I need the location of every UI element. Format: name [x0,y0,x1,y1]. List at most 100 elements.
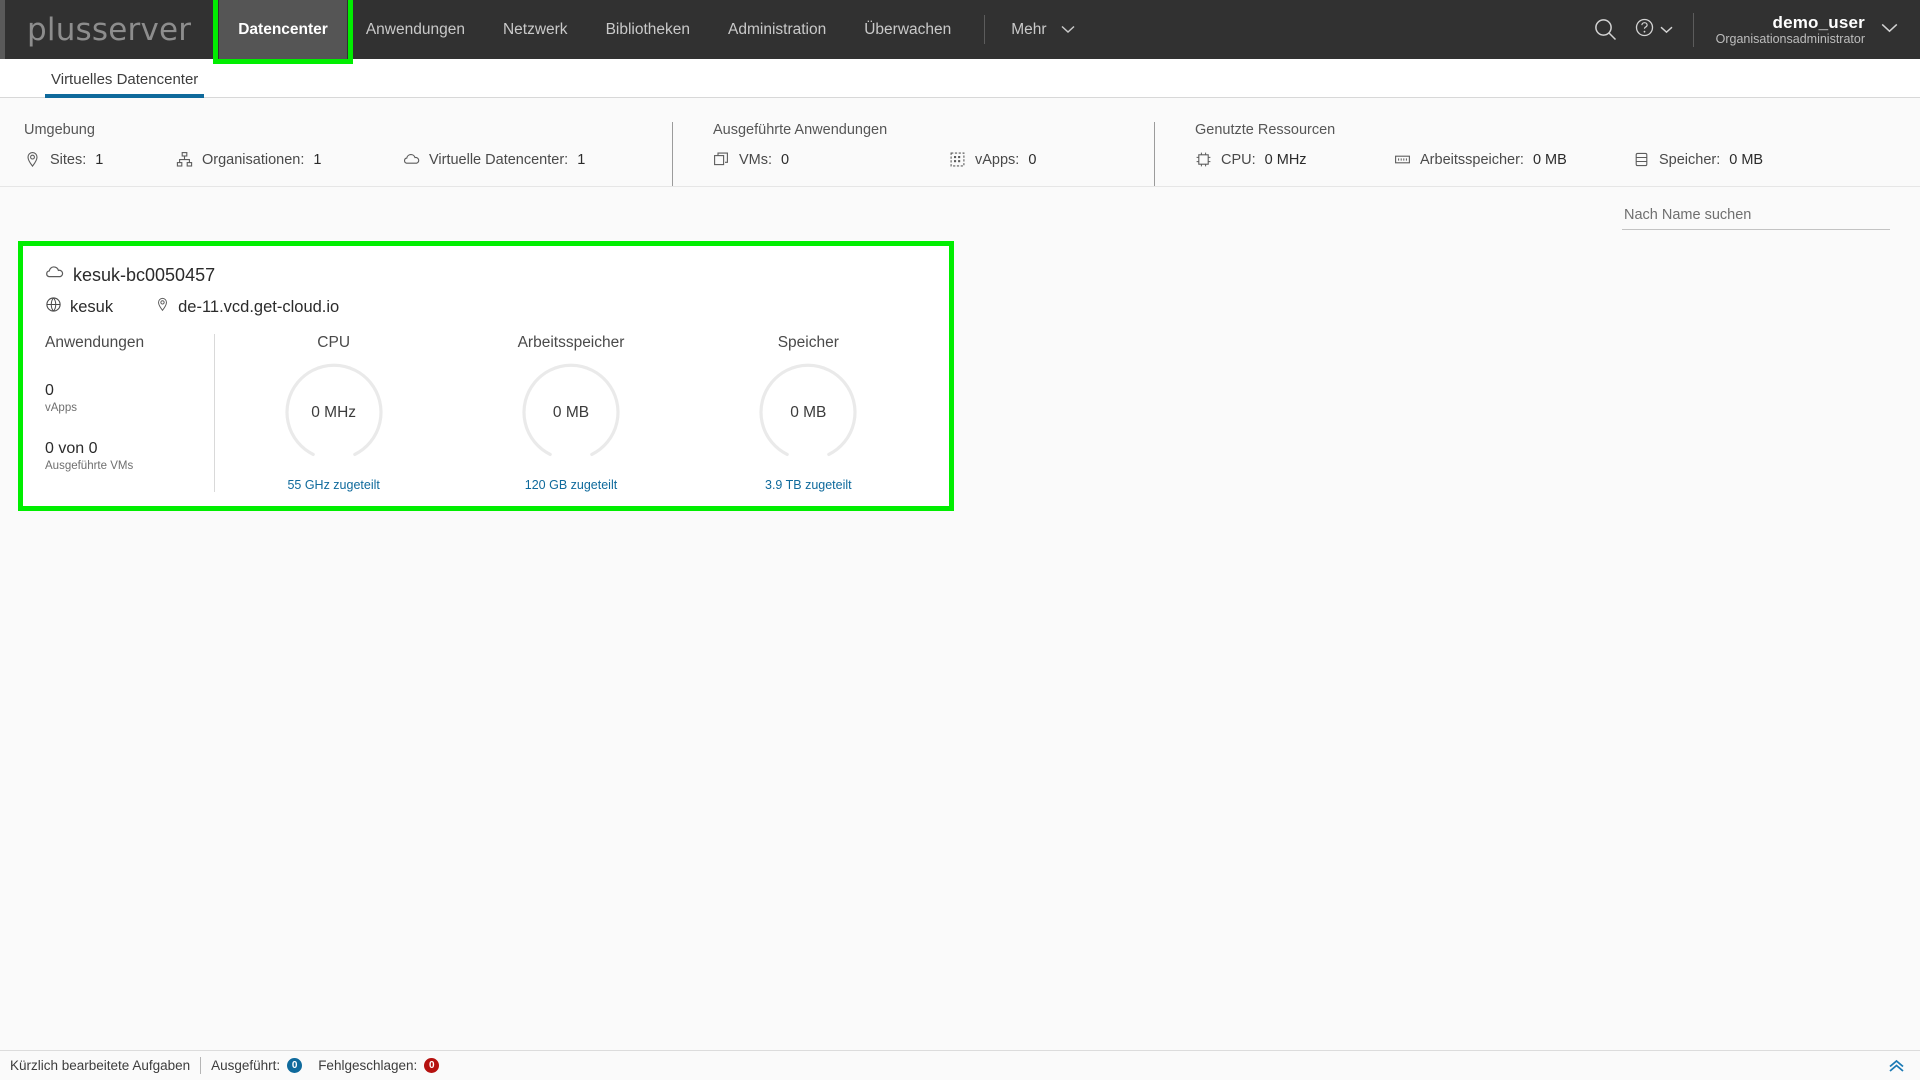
running-vms-stat: 0 von 0 Ausgeführte VMs [45,440,196,472]
search-row [0,187,1920,230]
gauge-value: 0 MB [552,404,590,421]
nav-item-label: Überwachen [864,20,952,38]
summary-item-value: 0 MB [1729,151,1764,168]
vdc-site-label: de-11.vcd.get-cloud.io [178,297,340,316]
user-info: demo_user Organisationsadministrator [1716,13,1865,47]
summary-group-title: Ausgeführte Anwendungen [713,122,888,138]
vdc-applications-column: Anwendungen 0 vApps 0 von 0 Ausgeführte … [45,334,215,492]
memory-icon [1394,151,1411,168]
globe-icon [45,296,62,318]
header-right-cluster: demo_user Organisationsadministrator [1583,0,1920,59]
nav-item-bibliotheken[interactable]: Bibliotheken [587,0,709,59]
summary-item-label: VMs: [739,151,773,168]
nav-item-administration[interactable]: Administration [709,0,845,59]
nav-item-mehr[interactable]: Mehr [995,0,1090,59]
nav-item-datencenter[interactable]: Datencenter [213,0,353,64]
task-footer: Kürzlich bearbeitete Aufgaben Ausgeführt… [0,1050,1920,1080]
nav-item-label: Anwendungen [365,20,465,38]
tasks-running[interactable]: Ausgeführt: 0 [211,1058,303,1073]
nav-item-label: Netzwerk [502,20,568,38]
summary-items: CPU: 0 MHz Arbeitsspeicher: 0 MB Speiche… [1195,151,1894,168]
nav-item-label: Bibliotheken [605,20,691,38]
summary-item-vapps: vApps: 0 [949,151,1036,168]
summary-item-label: vApps: [975,151,1020,168]
subtab-bar: Virtuelles Datencenter [0,59,1920,98]
vdc-org-label: kesuk [70,297,114,316]
summary-item-value: 0 [781,151,790,168]
location-pin-icon [24,151,41,168]
footer-divider [200,1057,202,1074]
chevron-down-icon [1660,21,1673,39]
nav-item-anwendungen[interactable]: Anwendungen [347,0,484,59]
gauge-allocated-link[interactable]: 3.9 TB zugeteilt [765,478,852,492]
vdc-gauges: CPU 0 MHz 55 GHz zugeteilt Arbeitsspeich… [215,334,927,492]
gauge-cpu: CPU 0 MHz 55 GHz zugeteilt [215,334,452,492]
summary-group-title: Umgebung [24,122,95,138]
recent-tasks-label[interactable]: Kürzlich bearbeitete Aufgaben [10,1058,190,1073]
gauge-label: Arbeitsspeicher [517,334,625,351]
summary-group-title: Genutzte Ressourcen [1195,122,1336,138]
user-menu-button[interactable]: demo_user Organisationsadministrator [1716,13,1898,47]
summary-item-value: 1 [95,151,104,168]
chevron-down-icon [1881,20,1898,38]
summary-item-label: Virtuelle Datencenter: [429,151,569,168]
header-divider [1692,12,1694,47]
search-input[interactable] [1622,203,1890,230]
cloud-icon [403,151,420,168]
help-menu-button[interactable] [1629,18,1685,42]
vapps-stat: 0 vApps [45,382,196,414]
vdc-name: kesuk-bc0050457 [73,264,216,285]
location-pin-icon [155,297,170,317]
nav-item-netzwerk[interactable]: Netzwerk [484,0,587,59]
vdc-card-highlight: kesuk-bc0050457 kesuk de-11.vcd.get-clou… [18,241,954,511]
gauge-value: 0 MHz [311,404,357,421]
vapp-grid-icon [949,151,966,168]
summary-item-sites: Sites: 1 [24,151,176,168]
summary-item-label: CPU: [1221,151,1256,168]
summary-item-label: Sites: [50,151,87,168]
running-vms-label: Ausgeführte VMs [45,460,134,472]
gauge-label: Speicher [777,334,839,351]
vm-icon [713,151,730,168]
nav-item-label: Administration [728,20,827,38]
double-chevron-up-icon[interactable] [1887,1059,1906,1073]
gauge-label: CPU [317,334,351,351]
vapps-value: 0 [45,382,54,399]
tasks-failed-label: Fehlgeschlagen: [318,1058,418,1073]
vdc-card-meta: kesuk de-11.vcd.get-cloud.io [45,296,927,318]
nav-item-label: Datencenter [238,20,328,38]
storage-database-icon [1633,151,1650,168]
user-role: Organisationsadministrator [1715,32,1865,47]
summary-item-value: 0 MB [1532,151,1567,168]
gauge-value: 0 MB [790,404,827,421]
summary-item-cpu: CPU: 0 MHz [1195,151,1394,168]
vdc-org: kesuk [45,296,113,318]
summary-item-speicher: Speicher: 0 MB [1633,151,1763,168]
vdc-card[interactable]: kesuk-bc0050457 kesuk de-11.vcd.get-clou… [23,246,949,506]
gauge-allocated-link[interactable]: 120 GB zugeteilt [525,478,617,492]
primary-nav: Datencenter Anwendungen Netzwerk Bibliot… [213,0,1582,64]
summary-group-ausgefuehrte-anwendungen: Ausgeführte Anwendungen VMs: 0 vApps: 0 [672,122,1154,186]
vdc-card-list: kesuk-bc0050457 kesuk de-11.vcd.get-clou… [0,230,1920,511]
brand-logo[interactable]: plusserver [5,0,219,59]
gauge-donut: 0 MB [519,362,623,466]
summary-item-arbeitsspeicher: Arbeitsspeicher: 0 MB [1394,151,1633,168]
nav-item-ueberwachen[interactable]: Überwachen [845,0,970,59]
summary-item-virtuelle-datencenter: Virtuelle Datencenter: 1 [403,151,585,168]
summary-item-label: Organisationen: [202,151,305,168]
vdc-site: de-11.vcd.get-cloud.io [155,297,339,317]
tab-virtuelles-datencenter[interactable]: Virtuelles Datencenter [45,71,205,98]
tasks-running-label: Ausgeführt: [211,1058,281,1073]
summary-item-value: 1 [313,151,322,168]
tasks-failed[interactable]: Fehlgeschlagen: 0 [318,1058,440,1073]
gauge-arbeitsspeicher: Arbeitsspeicher 0 MB 120 GB zugeteilt [452,334,689,492]
gauge-donut: 0 MB [756,362,860,466]
search-icon[interactable] [1583,0,1629,59]
gauge-donut: 0 MHz [282,362,386,466]
vdc-card-title[interactable]: kesuk-bc0050457 [45,263,927,287]
gauge-allocated-link[interactable]: 55 GHz zugeteilt [287,478,379,492]
summary-group-umgebung: Umgebung Sites: 1 Organisationen: 1 Virt… [0,122,672,186]
nav-item-label: Mehr [1011,20,1047,38]
cpu-chip-icon [1195,151,1212,168]
user-name: demo_user [1772,12,1865,32]
